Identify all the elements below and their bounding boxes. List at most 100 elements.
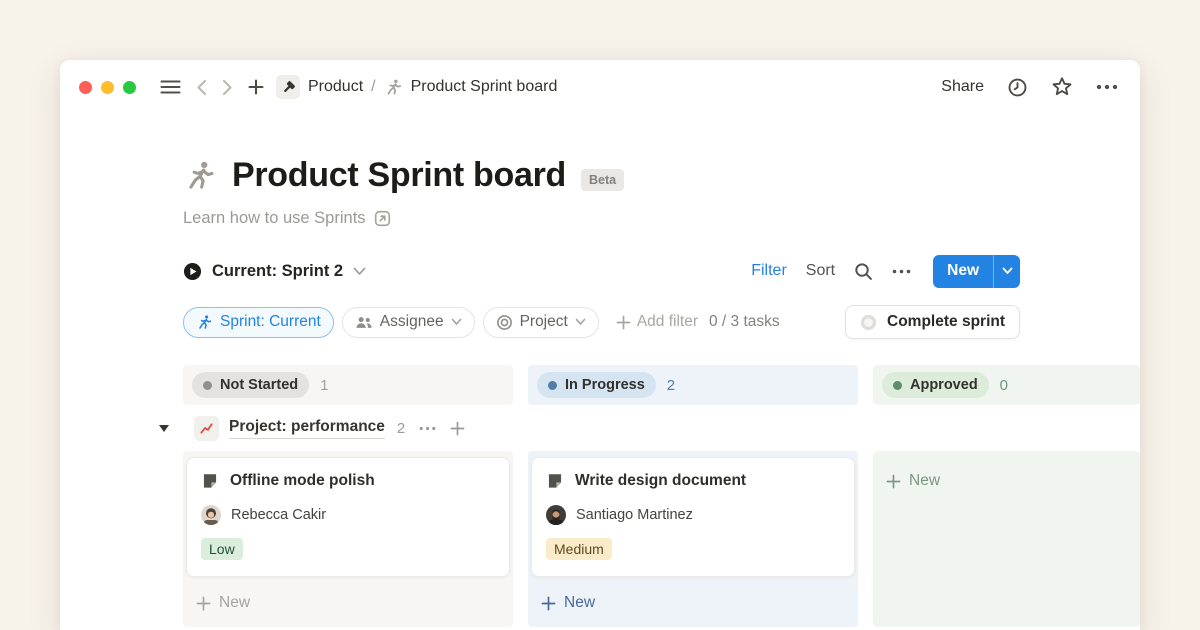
new-task-split-button: New: [933, 255, 1020, 288]
group-add-button[interactable]: [450, 421, 465, 436]
status-dot-icon: [203, 381, 212, 390]
page-icon: [546, 472, 564, 490]
hammer-icon: [281, 80, 296, 95]
plus-icon: [196, 596, 211, 611]
target-icon: [496, 314, 513, 331]
new-card-button[interactable]: New: [531, 585, 855, 621]
page-icon: [201, 472, 219, 490]
status-pill: Approved: [882, 372, 989, 398]
hamburger-icon: [160, 79, 181, 95]
complete-sprint-label: Complete sprint: [887, 313, 1005, 331]
project-filter-chip[interactable]: Project: [483, 307, 599, 338]
column-name: Not Started: [220, 377, 298, 393]
plus-icon: [541, 596, 556, 611]
app-window: Product / Product Sprint board Share Pro…: [60, 60, 1140, 630]
new-task-dropdown-button[interactable]: [993, 255, 1020, 288]
sprint-view-selector[interactable]: Current: Sprint 2: [183, 262, 366, 281]
priority-tag: Low: [201, 538, 243, 560]
star-icon: [1051, 76, 1073, 98]
page-runner-icon[interactable]: [183, 159, 217, 193]
traffic-lights: [79, 81, 136, 94]
filter-button[interactable]: Filter: [751, 262, 787, 280]
sidebar-menu-button[interactable]: [160, 79, 181, 95]
add-filter-button[interactable]: Add filter: [616, 313, 698, 331]
new-card-label: New: [564, 594, 595, 612]
sprint-filter-chip[interactable]: Sprint: Current: [183, 307, 334, 338]
help-link[interactable]: Learn how to use Sprints: [60, 209, 1140, 228]
board-columns-body: Offline mode polish Rebecca Cakir Low Ne…: [183, 451, 1140, 627]
card-assignee: Rebecca Cakir: [231, 507, 326, 523]
status-dot-icon: [548, 381, 557, 390]
close-window-button[interactable]: [79, 81, 92, 94]
column-name: In Progress: [565, 377, 645, 393]
column-header-in-progress[interactable]: In Progress 2: [528, 365, 858, 405]
breadcrumb-workspace[interactable]: Product: [308, 78, 363, 96]
assignee-chip-label: Assignee: [380, 313, 444, 331]
share-button[interactable]: Share: [941, 78, 984, 96]
people-icon: [355, 315, 373, 330]
minimize-window-button[interactable]: [101, 81, 114, 94]
chevron-down-icon: [1002, 267, 1013, 275]
avatar: [546, 505, 566, 525]
workspace-icon-badge[interactable]: [276, 75, 300, 99]
column-count: 0: [1000, 377, 1008, 394]
chevron-down-icon: [451, 318, 462, 326]
more-options-button[interactable]: [1096, 84, 1118, 90]
plus-icon: [248, 79, 264, 95]
group-options-button[interactable]: [419, 426, 436, 431]
new-card-label: New: [219, 594, 250, 612]
group-count: 2: [397, 420, 405, 437]
plus-icon: [616, 315, 631, 330]
new-card-button[interactable]: New: [186, 585, 510, 621]
column-header-not-started[interactable]: Not Started 1: [183, 365, 513, 405]
breadcrumb-separator: /: [371, 78, 375, 96]
play-circle-icon: [183, 262, 202, 281]
nav-back-button[interactable]: [196, 79, 207, 96]
clock-icon: [1007, 77, 1028, 98]
search-icon: [854, 262, 873, 281]
ellipsis-icon: [1096, 84, 1118, 90]
complete-sprint-button[interactable]: Complete sprint: [845, 305, 1020, 339]
breadcrumb-page[interactable]: Product Sprint board: [411, 78, 558, 96]
group-title[interactable]: Project: performance: [229, 418, 385, 439]
chevron-left-icon: [196, 79, 207, 96]
page-title: Product Sprint board: [232, 156, 566, 195]
task-card[interactable]: Write design document Santiago Martinez …: [531, 457, 855, 577]
board-column-headers: Not Started 1 In Progress 2 Approved 0: [183, 365, 1140, 405]
board-group-header: Project: performance 2: [158, 405, 1140, 451]
updates-button[interactable]: [1007, 77, 1028, 98]
chevron-down-icon: [575, 318, 586, 326]
column-header-approved[interactable]: Approved 0: [873, 365, 1140, 405]
triangle-down-icon: [158, 424, 170, 433]
card-title: Write design document: [575, 472, 746, 490]
kanban-board: Not Started 1 In Progress 2 Approved 0: [183, 365, 1140, 627]
line-chart-icon: [199, 421, 214, 436]
titlebar: Product / Product Sprint board Share: [60, 68, 1140, 106]
new-card-button[interactable]: New: [876, 463, 1137, 499]
runner-icon: [196, 314, 213, 331]
collapse-group-toggle[interactable]: [158, 424, 170, 433]
favorite-button[interactable]: [1051, 76, 1073, 98]
priority-tag: Medium: [546, 538, 612, 560]
column-name: Approved: [910, 377, 978, 393]
task-card[interactable]: Offline mode polish Rebecca Cakir Low: [186, 457, 510, 577]
assignee-filter-chip[interactable]: Assignee: [342, 307, 475, 338]
sort-button[interactable]: Sort: [806, 262, 835, 280]
plus-icon: [450, 421, 465, 436]
nav-forward-button[interactable]: [222, 79, 233, 96]
project-chip-label: Project: [520, 313, 568, 331]
beta-badge: Beta: [581, 169, 624, 191]
card-title: Offline mode polish: [230, 472, 375, 490]
zoom-window-button[interactable]: [123, 81, 136, 94]
view-options-button[interactable]: [892, 269, 911, 274]
new-card-label: New: [909, 472, 940, 490]
new-task-button[interactable]: New: [933, 255, 993, 288]
column-not-started: Offline mode polish Rebecca Cakir Low Ne…: [183, 451, 513, 627]
ellipsis-icon: [892, 269, 911, 274]
search-button[interactable]: [854, 262, 873, 281]
status-dot-icon: [893, 381, 902, 390]
card-assignee: Santiago Martinez: [576, 507, 693, 523]
sprint-chip-label: Sprint: Current: [220, 313, 321, 331]
status-pill: In Progress: [537, 372, 656, 398]
new-page-button[interactable]: [248, 79, 264, 95]
